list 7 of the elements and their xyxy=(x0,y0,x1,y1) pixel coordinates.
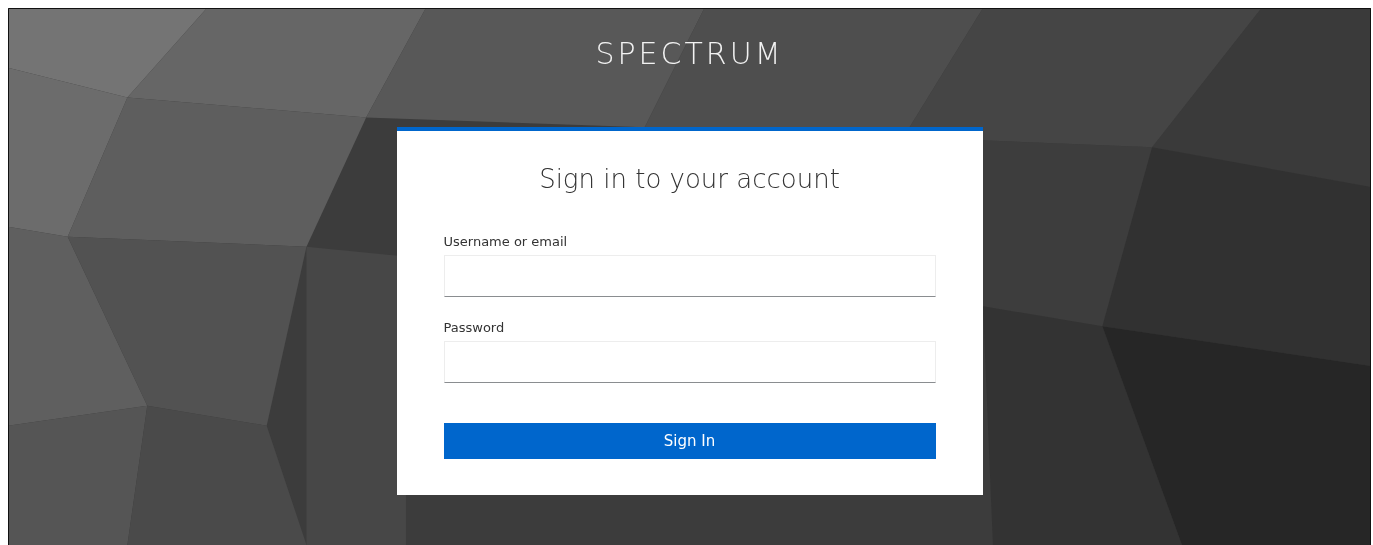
brand-title: SPECTRUM xyxy=(595,36,784,72)
form-title: Sign in to your account xyxy=(538,163,841,195)
sign-in-button[interactable]: Sign In xyxy=(443,423,936,459)
input-field[interactable] xyxy=(443,255,936,297)
field-label: Password xyxy=(443,319,506,337)
field-label: Username or email xyxy=(443,233,569,251)
input-field[interactable] xyxy=(443,341,936,383)
